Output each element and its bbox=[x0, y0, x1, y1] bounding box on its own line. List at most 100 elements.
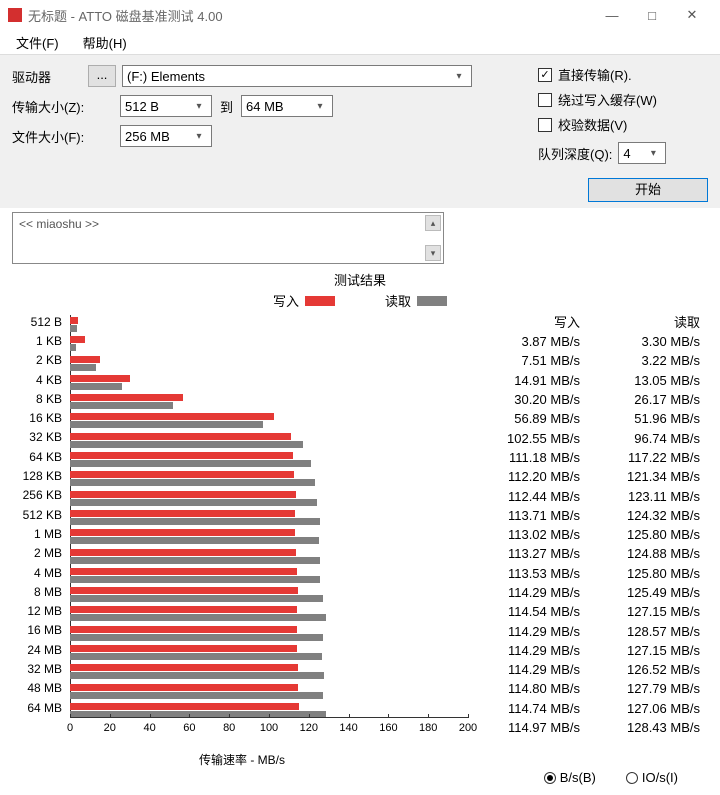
verify-checkbox[interactable]: 校验数据(V) bbox=[538, 115, 708, 134]
y-label: 12 MB bbox=[12, 601, 66, 620]
bypass-cache-checkbox[interactable]: 绕过写入缓存(W) bbox=[538, 90, 708, 109]
data-row: 113.71 MB/s124.32 MB/s bbox=[472, 506, 704, 525]
read-bar bbox=[70, 653, 322, 660]
read-bar bbox=[70, 383, 122, 390]
read-bar bbox=[70, 364, 96, 371]
read-bar bbox=[70, 344, 76, 351]
queue-depth-label: 队列深度(Q): bbox=[538, 144, 612, 163]
ios-radio[interactable]: IO/s(I) bbox=[626, 770, 678, 785]
chevron-down-icon: ▾ bbox=[191, 131, 207, 142]
minimize-button[interactable]: — bbox=[592, 8, 632, 23]
y-label: 24 MB bbox=[12, 640, 66, 659]
data-row: 114.80 MB/s127.79 MB/s bbox=[472, 679, 704, 698]
read-bar bbox=[70, 421, 263, 428]
data-row: 114.54 MB/s127.15 MB/s bbox=[472, 602, 704, 621]
y-label: 32 MB bbox=[12, 659, 66, 678]
y-label: 8 MB bbox=[12, 582, 66, 601]
x-tick: 40 bbox=[143, 722, 155, 734]
read-bar bbox=[70, 614, 326, 621]
write-bar bbox=[70, 510, 295, 517]
transfer-to-combo[interactable]: 64 MB▾ bbox=[241, 95, 333, 117]
read-swatch bbox=[417, 296, 447, 306]
chevron-down-icon: ▾ bbox=[312, 101, 328, 112]
scrollbar[interactable]: ▴▾ bbox=[425, 215, 441, 261]
read-bar bbox=[70, 460, 311, 467]
data-row: 7.51 MB/s3.22 MB/s bbox=[472, 351, 704, 370]
read-bar bbox=[70, 557, 320, 564]
write-bar bbox=[70, 433, 291, 440]
x-tick: 160 bbox=[379, 722, 397, 734]
data-row: 114.97 MB/s128.43 MB/s bbox=[472, 718, 704, 737]
write-bar bbox=[70, 703, 299, 710]
x-tick: 200 bbox=[459, 722, 477, 734]
drive-combo[interactable]: (F:) Elements▾ bbox=[122, 65, 472, 87]
checkbox-icon: ✓ bbox=[538, 68, 552, 82]
write-bar bbox=[70, 356, 100, 363]
write-bar bbox=[70, 664, 298, 671]
to-label: 到 bbox=[220, 97, 233, 116]
data-row: 111.18 MB/s117.22 MB/s bbox=[472, 448, 704, 467]
write-bar bbox=[70, 606, 297, 613]
data-row: 114.29 MB/s125.49 MB/s bbox=[472, 583, 704, 602]
browse-drive-button[interactable]: ... bbox=[88, 65, 116, 87]
write-swatch bbox=[305, 296, 335, 306]
write-bar bbox=[70, 452, 293, 459]
maximize-button[interactable]: □ bbox=[632, 8, 672, 23]
write-bar bbox=[70, 336, 85, 343]
write-bar bbox=[70, 317, 78, 324]
write-bar bbox=[70, 394, 183, 401]
description-textarea[interactable]: << miaoshu >> ▴▾ bbox=[12, 212, 444, 264]
unit-radios: B/s(B) IO/s(I) bbox=[12, 768, 708, 789]
bs-radio[interactable]: B/s(B) bbox=[544, 770, 596, 785]
xaxis-label: 传输速率 - MB/s bbox=[12, 751, 472, 768]
write-bar bbox=[70, 375, 130, 382]
x-tick: 180 bbox=[419, 722, 437, 734]
start-button[interactable]: 开始 bbox=[588, 178, 708, 202]
queue-depth-combo[interactable]: 4▾ bbox=[618, 142, 666, 164]
data-row: 56.89 MB/s51.96 MB/s bbox=[472, 409, 704, 428]
y-label: 1 KB bbox=[12, 331, 66, 350]
data-row: 3.87 MB/s3.30 MB/s bbox=[472, 332, 704, 351]
read-bar bbox=[70, 692, 323, 699]
menu-help[interactable]: 帮助(H) bbox=[73, 31, 137, 54]
menubar: 文件(F) 帮助(H) bbox=[0, 30, 720, 54]
write-bar bbox=[70, 645, 297, 652]
drive-label: 驱动器 bbox=[12, 67, 88, 86]
write-bar bbox=[70, 626, 297, 633]
y-label: 32 KB bbox=[12, 428, 66, 447]
y-label: 2 MB bbox=[12, 544, 66, 563]
read-bar bbox=[70, 518, 320, 525]
y-label: 64 KB bbox=[12, 447, 66, 466]
results-title: 测试结果 bbox=[12, 270, 708, 289]
write-bar bbox=[70, 529, 295, 536]
transfer-size-label: 传输大小(Z): bbox=[12, 97, 120, 116]
data-row: 112.44 MB/s123.11 MB/s bbox=[472, 486, 704, 505]
controls-panel: 驱动器 ... (F:) Elements▾ 传输大小(Z): 512 B▾ 到… bbox=[0, 55, 720, 208]
y-label: 2 KB bbox=[12, 351, 66, 370]
checkbox-icon bbox=[538, 118, 552, 132]
data-row: 114.29 MB/s126.52 MB/s bbox=[472, 660, 704, 679]
x-tick: 140 bbox=[339, 722, 357, 734]
y-label: 48 MB bbox=[12, 679, 66, 698]
read-bar bbox=[70, 499, 317, 506]
data-row: 112.20 MB/s121.34 MB/s bbox=[472, 467, 704, 486]
read-bar bbox=[70, 711, 326, 718]
direct-io-checkbox[interactable]: ✓ 直接传输(R). bbox=[538, 65, 708, 84]
data-row: 14.91 MB/s13.05 MB/s bbox=[472, 371, 704, 390]
y-label: 1 MB bbox=[12, 524, 66, 543]
write-bar bbox=[70, 413, 274, 420]
read-bar bbox=[70, 441, 303, 448]
bar-chart: 512 B1 KB2 KB4 KB8 KB16 KB32 KB64 KB128 … bbox=[12, 312, 472, 738]
y-label: 256 KB bbox=[12, 486, 66, 505]
transfer-from-combo[interactable]: 512 B▾ bbox=[120, 95, 212, 117]
y-label: 4 MB bbox=[12, 563, 66, 582]
menu-file[interactable]: 文件(F) bbox=[6, 31, 69, 54]
x-tick: 20 bbox=[104, 722, 116, 734]
file-size-combo[interactable]: 256 MB▾ bbox=[120, 125, 212, 147]
x-tick: 0 bbox=[67, 722, 73, 734]
y-label: 512 KB bbox=[12, 505, 66, 524]
read-bar bbox=[70, 325, 77, 332]
read-bar bbox=[70, 576, 320, 583]
close-button[interactable]: ✕ bbox=[672, 7, 712, 23]
data-row: 113.53 MB/s125.80 MB/s bbox=[472, 564, 704, 583]
